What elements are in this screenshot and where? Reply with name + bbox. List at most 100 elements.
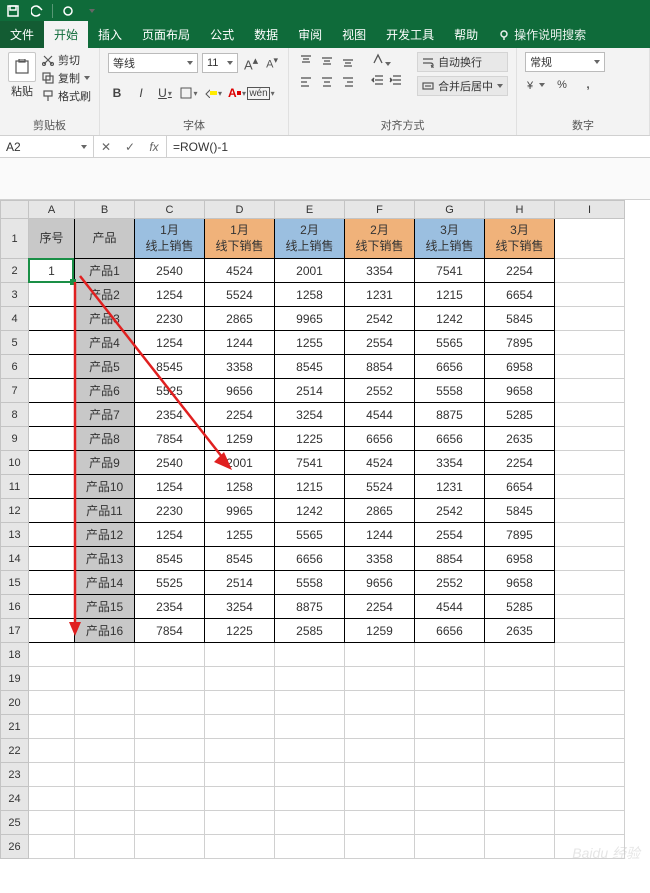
row-header-20[interactable]: 20 — [1, 691, 29, 715]
align-bottom-button[interactable] — [339, 52, 357, 70]
row-header-22[interactable]: 22 — [1, 739, 29, 763]
cell[interactable] — [29, 667, 75, 691]
cell-seq[interactable] — [29, 283, 75, 307]
cell[interactable] — [415, 835, 485, 859]
cell[interactable] — [485, 763, 555, 787]
cell-value[interactable]: 9656 — [345, 571, 415, 595]
row-header-23[interactable]: 23 — [1, 763, 29, 787]
cell[interactable] — [205, 667, 275, 691]
cell-value[interactable]: 5524 — [205, 283, 275, 307]
cell-value[interactable]: 7895 — [485, 523, 555, 547]
cell-value[interactable]: 1242 — [415, 307, 485, 331]
tab-data[interactable]: 数据 — [244, 21, 288, 48]
row-header-13[interactable]: 13 — [1, 523, 29, 547]
column-header-I[interactable]: I — [555, 201, 625, 219]
table-header-cell[interactable]: 1月线上销售 — [135, 219, 205, 259]
row-header-17[interactable]: 17 — [1, 619, 29, 643]
cell[interactable] — [29, 811, 75, 835]
cell-value[interactable]: 9656 — [205, 379, 275, 403]
row-header-26[interactable]: 26 — [1, 835, 29, 859]
cell[interactable] — [555, 331, 625, 355]
cell-value[interactable]: 9965 — [205, 499, 275, 523]
cell-prod[interactable]: 产品8 — [75, 427, 135, 451]
cell-value[interactable]: 1258 — [205, 475, 275, 499]
cell-value[interactable]: 4544 — [345, 403, 415, 427]
cell[interactable] — [205, 835, 275, 859]
cell[interactable] — [345, 763, 415, 787]
tab-formulas[interactable]: 公式 — [200, 21, 244, 48]
cell[interactable] — [555, 619, 625, 643]
cell-prod[interactable]: 产品15 — [75, 595, 135, 619]
cell-prod[interactable]: 产品6 — [75, 379, 135, 403]
cell-value[interactable]: 1255 — [205, 523, 275, 547]
cell[interactable] — [345, 811, 415, 835]
cell-value[interactable]: 5525 — [135, 379, 205, 403]
font-size-select[interactable]: 11 — [202, 53, 238, 73]
cell[interactable] — [555, 715, 625, 739]
accounting-format-button[interactable]: ¥ — [525, 76, 547, 94]
increase-indent-button[interactable] — [389, 73, 403, 90]
cell-seq[interactable] — [29, 475, 75, 499]
cell-value[interactable]: 4544 — [415, 595, 485, 619]
column-header-B[interactable]: B — [75, 201, 135, 219]
cell[interactable] — [345, 715, 415, 739]
cell[interactable] — [485, 739, 555, 763]
cell-value[interactable]: 2001 — [275, 259, 345, 283]
cell-value[interactable]: 1254 — [135, 331, 205, 355]
cell-seq[interactable] — [29, 451, 75, 475]
table-header-cell[interactable]: 产品 — [75, 219, 135, 259]
row-header-25[interactable]: 25 — [1, 811, 29, 835]
tab-help[interactable]: 帮助 — [444, 21, 488, 48]
cell-value[interactable]: 8854 — [345, 355, 415, 379]
cell-prod[interactable]: 产品12 — [75, 523, 135, 547]
cell[interactable] — [275, 739, 345, 763]
cell-value[interactable]: 2001 — [205, 451, 275, 475]
table-header-cell[interactable]: 3月线下销售 — [485, 219, 555, 259]
cell-value[interactable]: 6654 — [485, 475, 555, 499]
cell-seq[interactable] — [29, 355, 75, 379]
cell-value[interactable]: 2865 — [345, 499, 415, 523]
cell[interactable] — [135, 763, 205, 787]
cell-value[interactable]: 2552 — [415, 571, 485, 595]
cell-value[interactable]: 2540 — [135, 259, 205, 283]
font-name-select[interactable]: 等线 — [108, 53, 198, 73]
cell-value[interactable]: 1242 — [275, 499, 345, 523]
underline-button[interactable]: U▾ — [156, 84, 174, 102]
cell[interactable] — [275, 787, 345, 811]
cell-value[interactable]: 6656 — [415, 619, 485, 643]
cell-value[interactable]: 5565 — [415, 331, 485, 355]
cell-value[interactable]: 2514 — [205, 571, 275, 595]
undo-button[interactable] — [28, 2, 46, 20]
cell-value[interactable]: 2354 — [135, 595, 205, 619]
cell[interactable] — [555, 427, 625, 451]
cell[interactable] — [135, 739, 205, 763]
cell[interactable] — [555, 787, 625, 811]
cell-value[interactable]: 6656 — [415, 427, 485, 451]
align-middle-button[interactable] — [318, 52, 336, 70]
cell[interactable] — [555, 691, 625, 715]
cell[interactable] — [555, 307, 625, 331]
cell[interactable] — [29, 715, 75, 739]
cell[interactable] — [485, 667, 555, 691]
name-box[interactable]: A2 — [0, 136, 94, 157]
decrease-indent-button[interactable] — [371, 73, 385, 90]
column-header-D[interactable]: D — [205, 201, 275, 219]
cell[interactable] — [485, 787, 555, 811]
cell-prod[interactable]: 产品11 — [75, 499, 135, 523]
cell-value[interactable]: 4524 — [345, 451, 415, 475]
cell[interactable] — [555, 595, 625, 619]
cell-value[interactable]: 2542 — [345, 307, 415, 331]
cell-seq[interactable] — [29, 379, 75, 403]
cell-value[interactable]: 1258 — [275, 283, 345, 307]
cell-value[interactable]: 4524 — [205, 259, 275, 283]
cell[interactable] — [75, 787, 135, 811]
cell-value[interactable]: 6656 — [415, 355, 485, 379]
cell[interactable] — [555, 667, 625, 691]
cell[interactable] — [29, 739, 75, 763]
cell-value[interactable]: 1259 — [205, 427, 275, 451]
cell[interactable] — [345, 787, 415, 811]
cancel-formula-button[interactable]: ✕ — [94, 140, 118, 154]
cell[interactable] — [205, 787, 275, 811]
cell-prod[interactable]: 产品13 — [75, 547, 135, 571]
cell-value[interactable]: 6656 — [275, 547, 345, 571]
